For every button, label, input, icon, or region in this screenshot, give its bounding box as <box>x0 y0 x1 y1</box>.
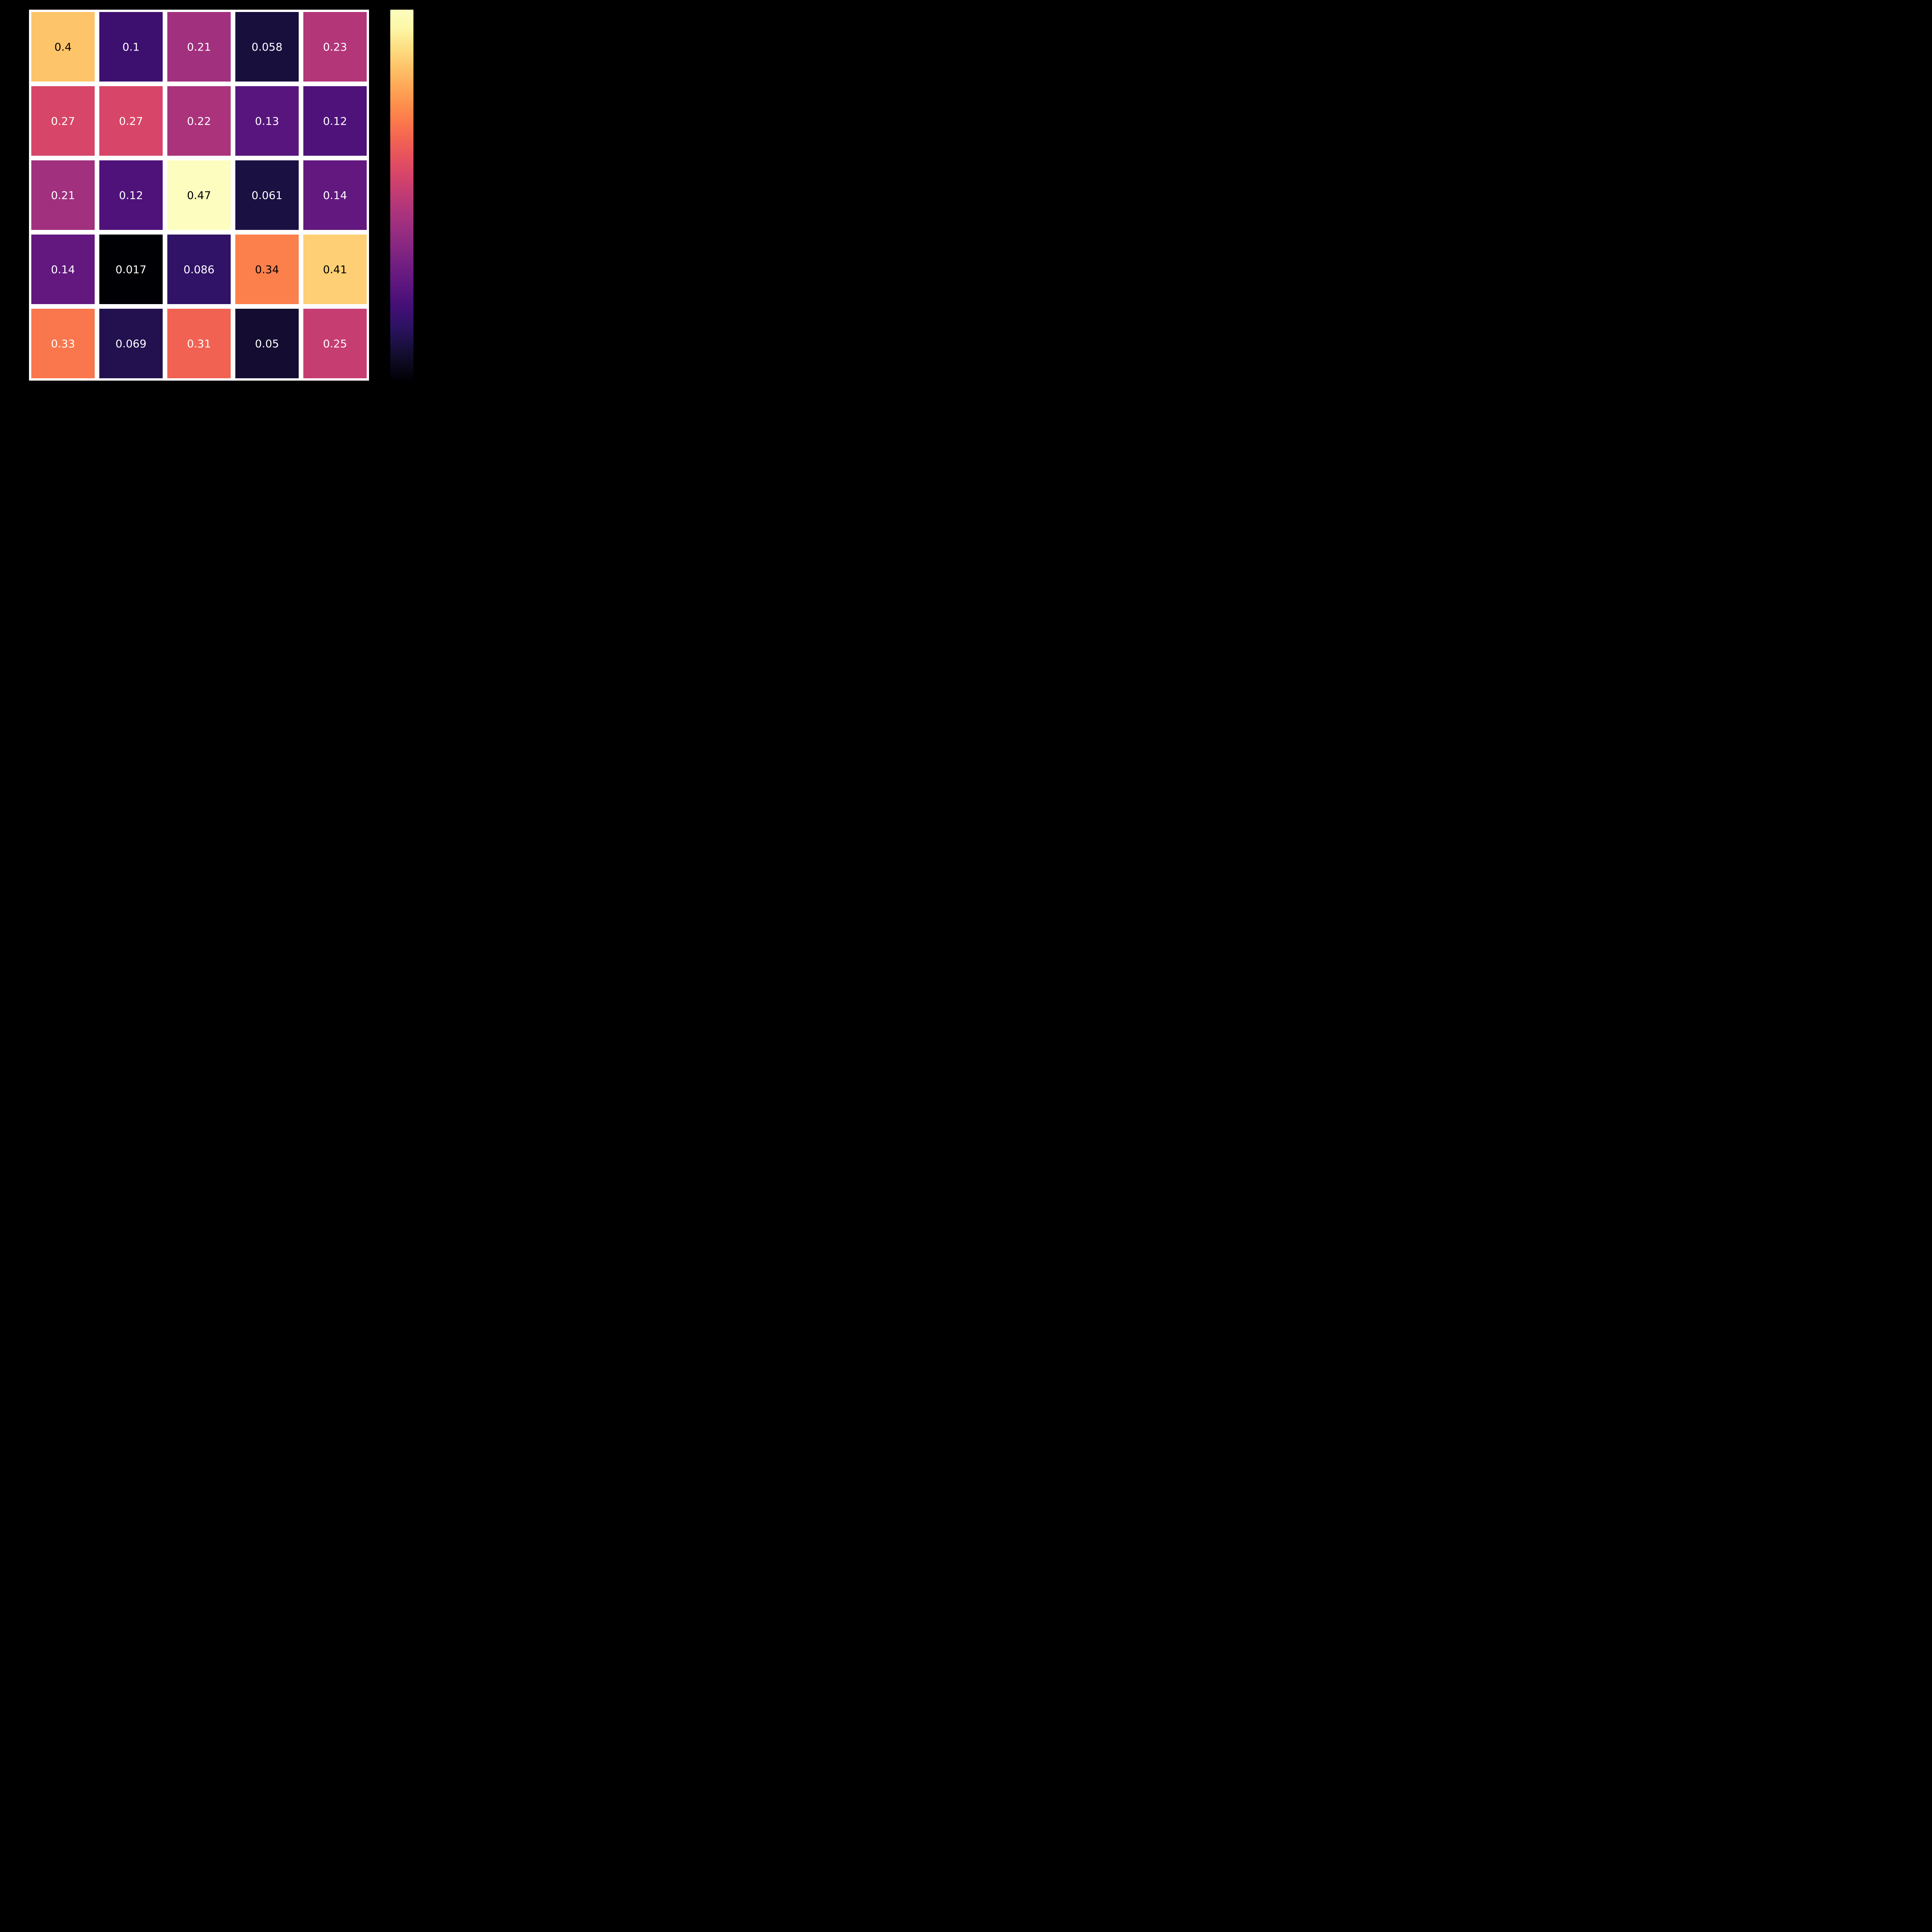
heatmap-cell: 0.25 <box>301 306 369 381</box>
heatmap-axes: 0.40.10.210.0580.230.270.270.220.130.120… <box>29 10 369 381</box>
heatmap-cell: 0.12 <box>97 158 165 232</box>
heatmap-cell: 0.12 <box>301 84 369 158</box>
heatmap-grid: 0.40.10.210.0580.230.270.270.220.130.120… <box>29 10 369 381</box>
heatmap-cell: 0.14 <box>301 158 369 232</box>
heatmap-cell: 0.086 <box>165 232 233 306</box>
heatmap-cell: 0.22 <box>165 84 233 158</box>
heatmap-cell: 0.33 <box>29 306 97 381</box>
heatmap-cell: 0.1 <box>97 10 165 84</box>
heatmap-cell: 0.41 <box>301 232 369 306</box>
heatmap-cell: 0.058 <box>233 10 301 84</box>
heatmap-cell: 0.21 <box>165 10 233 84</box>
figure: 0.40.10.210.0580.230.270.270.220.130.120… <box>0 0 464 389</box>
colorbar-gradient <box>390 10 413 381</box>
heatmap-cell: 0.14 <box>29 232 97 306</box>
heatmap-cell: 0.21 <box>29 158 97 232</box>
heatmap-cell: 0.31 <box>165 306 233 381</box>
heatmap-cell: 0.4 <box>29 10 97 84</box>
heatmap-cell: 0.23 <box>301 10 369 84</box>
heatmap-cell: 0.47 <box>165 158 233 232</box>
heatmap-cell: 0.061 <box>233 158 301 232</box>
heatmap-cell: 0.13 <box>233 84 301 158</box>
heatmap-cell: 0.05 <box>233 306 301 381</box>
heatmap-cell: 0.27 <box>97 84 165 158</box>
heatmap-cell: 0.069 <box>97 306 165 381</box>
heatmap-cell: 0.017 <box>97 232 165 306</box>
heatmap-cell: 0.27 <box>29 84 97 158</box>
colorbar <box>390 10 413 381</box>
heatmap-cell: 0.34 <box>233 232 301 306</box>
